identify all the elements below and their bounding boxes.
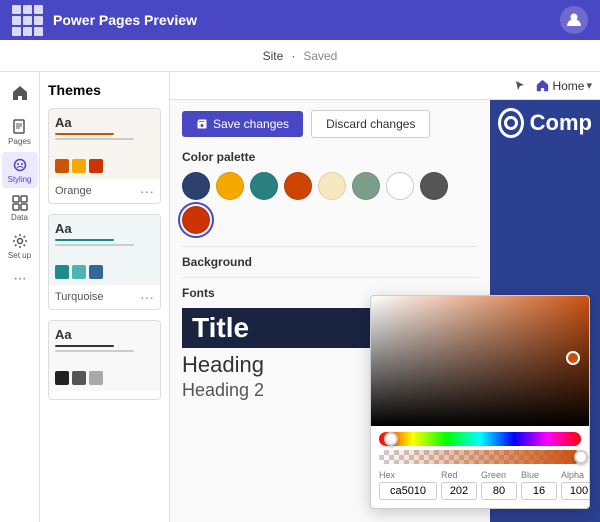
theme-turquoise-label: Turquoise: [55, 291, 104, 303]
preview-text: Comp: [490, 100, 600, 154]
hex-input[interactable]: [379, 482, 437, 500]
red-input[interactable]: [441, 482, 477, 500]
toolbar: Save changes Discard changes: [182, 110, 478, 138]
color-rust[interactable]: [284, 172, 312, 200]
breadcrumb-site: Site: [263, 49, 284, 63]
theme-orange-swatches: [55, 159, 154, 173]
home-nav-icon[interactable]: [536, 79, 549, 92]
theme-turquoise-aa: Aa: [55, 221, 154, 236]
main-layout: Pages Styling Data S: [0, 72, 600, 522]
sidebar-item-setup[interactable]: Set up: [2, 228, 38, 264]
theme-card-orange[interactable]: Aa Orange ···: [48, 108, 161, 204]
green-field: Green: [481, 470, 517, 500]
app-title: Power Pages Preview: [53, 12, 560, 28]
palette-divider: [182, 246, 478, 247]
color-cream[interactable]: [318, 172, 346, 200]
cursor-icon: [514, 79, 528, 93]
preview-logo-circle: [498, 108, 524, 138]
discard-label: Discard changes: [326, 117, 415, 131]
alpha-label: Alpha: [561, 470, 590, 480]
sidebar-styling-label: Styling: [7, 175, 31, 184]
color-orange[interactable]: [216, 172, 244, 200]
alpha-field: Alpha: [561, 470, 590, 500]
color-picker-popup: Hex Red Green Blue: [370, 295, 590, 509]
background-title: Background: [182, 255, 478, 269]
breadcrumb-sep: ·: [291, 49, 295, 63]
alpha-input[interactable]: [561, 482, 590, 500]
discard-changes-button[interactable]: Discard changes: [311, 110, 430, 138]
theme-card-turquoise[interactable]: Aa Turquoise ···: [48, 214, 161, 310]
color-gray[interactable]: [420, 172, 448, 200]
more-options[interactable]: ···: [13, 270, 26, 288]
hex-label: Hex: [379, 470, 437, 480]
hue-bar[interactable]: [379, 432, 581, 446]
alpha-thumb[interactable]: [574, 450, 588, 464]
sidebar-data-label: Data: [11, 213, 28, 222]
content-nav-bar: Home ▾: [170, 72, 600, 100]
sidebar-item-styling[interactable]: Styling: [2, 152, 38, 188]
blue-field: Blue: [521, 470, 557, 500]
theme-orange-label: Orange: [55, 185, 92, 197]
sidebar-setup-label: Set up: [8, 251, 31, 260]
blue-input[interactable]: [521, 482, 557, 500]
color-red-orange[interactable]: [182, 206, 210, 234]
nav-home-arrow[interactable]: ▾: [586, 79, 592, 92]
avatar[interactable]: [560, 6, 588, 34]
color-white[interactable]: [386, 172, 414, 200]
breadcrumb-status: Saved: [303, 49, 337, 63]
color-navy[interactable]: [182, 172, 210, 200]
alpha-bar[interactable]: [379, 450, 581, 464]
sidebar-item-home[interactable]: [2, 76, 38, 112]
preview-company: Comp: [530, 110, 592, 136]
color-palette-title: Color palette: [182, 150, 478, 164]
green-input[interactable]: [481, 482, 517, 500]
red-label: Red: [441, 470, 477, 480]
background-divider: [182, 277, 478, 278]
red-field: Red: [441, 470, 477, 500]
picker-inputs: Hex Red Green Blue: [379, 470, 581, 500]
hex-field: Hex: [379, 470, 437, 500]
green-label: Green: [481, 470, 517, 480]
nav-home-label[interactable]: Home: [552, 79, 584, 93]
top-bar: Power Pages Preview: [0, 0, 600, 40]
breadcrumb-bar: Site · Saved: [0, 40, 600, 72]
theme-turquoise-swatches: [55, 265, 154, 279]
app-grid-icon[interactable]: [12, 5, 43, 36]
theme3-aa: Aa: [55, 327, 154, 342]
sidebar-item-pages[interactable]: Pages: [2, 114, 38, 150]
save-changes-button[interactable]: Save changes: [182, 111, 303, 137]
color-palette: [182, 172, 478, 234]
save-icon: [196, 118, 208, 130]
content-right: Home ▾ Save changes Discard changes: [170, 72, 600, 522]
icon-sidebar: Pages Styling Data S: [0, 72, 40, 522]
theme-orange-aa: Aa: [55, 115, 154, 130]
color-teal[interactable]: [250, 172, 278, 200]
save-label: Save changes: [213, 117, 289, 131]
theme-card-3[interactable]: Aa: [48, 320, 161, 400]
blue-label: Blue: [521, 470, 557, 480]
color-gradient[interactable]: [371, 296, 590, 426]
sidebar-pages-label: Pages: [8, 137, 31, 146]
sidebar-item-data[interactable]: Data: [2, 190, 38, 226]
theme-turquoise-menu[interactable]: ···: [140, 289, 154, 305]
hue-thumb[interactable]: [384, 432, 398, 446]
theme3-swatches: [55, 371, 154, 385]
theme-orange-menu[interactable]: ···: [140, 183, 154, 199]
color-sage[interactable]: [352, 172, 380, 200]
themes-panel: Themes Aa Orange ··· Aa: [40, 72, 170, 522]
themes-title: Themes: [48, 82, 161, 98]
